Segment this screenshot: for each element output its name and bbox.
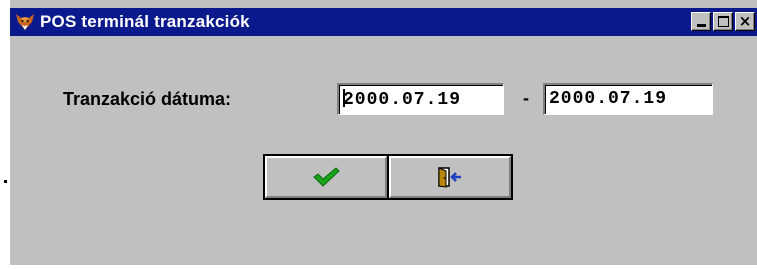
screenshot-page: POS terminál tranzakciók × Tranzakció dá…: [0, 0, 757, 269]
maximize-button[interactable]: [713, 12, 733, 31]
minimize-icon: [696, 24, 706, 27]
date-to-field[interactable]: 2000.07.19: [543, 83, 713, 115]
window-controls: ×: [691, 12, 755, 31]
exit-button[interactable]: [389, 156, 511, 198]
action-buttons: [263, 154, 513, 200]
exit-door-icon: [438, 167, 461, 188]
close-icon: ×: [738, 12, 752, 30]
date-from-field[interactable]: 2000.07.19: [337, 83, 504, 115]
maximize-icon: [717, 16, 729, 27]
transaction-date-label: Tranzakció dátuma:: [63, 89, 232, 109]
close-button[interactable]: ×: [735, 12, 755, 31]
stray-mark: [4, 180, 7, 183]
window-title: POS terminál tranzakciók: [40, 12, 250, 31]
checkmark-icon: [313, 167, 340, 187]
ok-button[interactable]: [265, 156, 387, 198]
date-from-value: 2000.07.19: [343, 90, 462, 110]
minimize-button[interactable]: [691, 12, 711, 31]
fox-head-icon[interactable]: [14, 11, 36, 33]
pos-transactions-window: POS terminál tranzakciók × Tranzakció dá…: [10, 0, 757, 265]
date-to-value: 2000.07.19: [549, 89, 668, 109]
date-range-separator: -: [523, 88, 529, 108]
title-bar[interactable]: POS terminál tranzakciók ×: [10, 8, 757, 36]
